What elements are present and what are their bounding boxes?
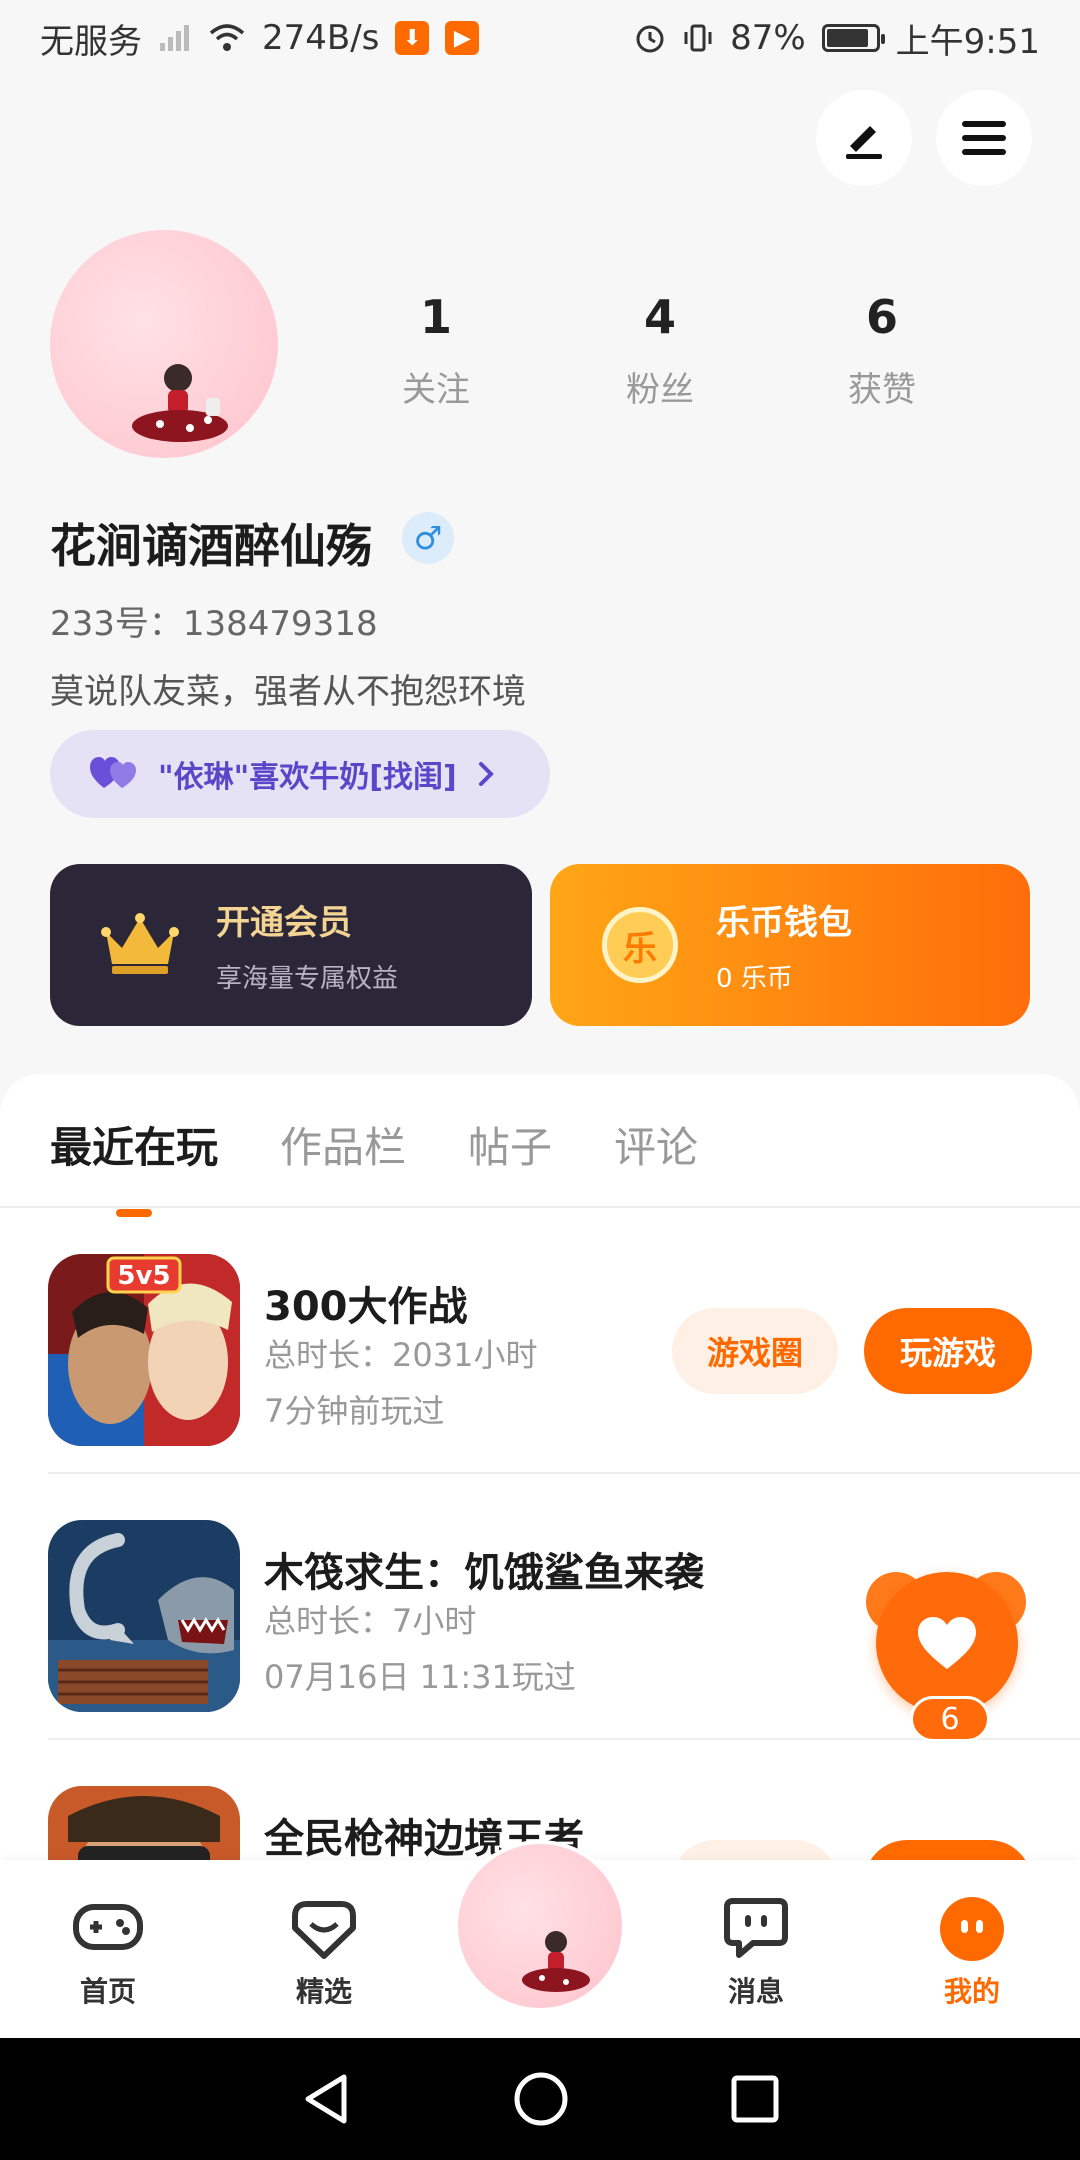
video-app-icon: ▶ xyxy=(445,21,480,55)
stat-number: 6 xyxy=(865,290,898,344)
profile-avatar[interactable] xyxy=(50,230,278,458)
system-nav-bar xyxy=(0,2038,1080,2160)
stat-likes[interactable]: 6 获赞 xyxy=(802,290,962,411)
gamepad-icon xyxy=(70,1894,146,1964)
battery-level xyxy=(826,29,868,47)
coin-glyph: 乐 xyxy=(602,907,678,983)
stat-number: 4 xyxy=(643,290,676,344)
nav-label: 精选 xyxy=(295,1975,352,2008)
wallet-balance: 0 乐币 xyxy=(716,964,793,994)
crown-icon xyxy=(90,895,190,995)
face-icon xyxy=(934,1894,1010,1964)
battery-icon xyxy=(821,24,885,52)
alarm-icon xyxy=(636,25,664,53)
vip-title: 开通会员 xyxy=(216,903,352,943)
battery-percent: 87% xyxy=(730,18,806,58)
game-row[interactable]: 5v5 300大作战 总时长：2031小时 7分钟前玩过 游戏圈 玩游戏 xyxy=(0,1208,1080,1474)
play-game-button[interactable]: 玩游戏 xyxy=(864,1308,1032,1394)
menu-button[interactable] xyxy=(936,90,1032,186)
nav-label: 首页 xyxy=(79,1975,136,2008)
heart-icon xyxy=(918,1617,976,1669)
nav-label: 消息 xyxy=(727,1975,784,2008)
game-badge: 5v5 xyxy=(117,1261,170,1291)
recents-icon[interactable] xyxy=(730,2074,780,2124)
home-icon[interactable] xyxy=(513,2071,569,2127)
edit-profile-button[interactable] xyxy=(816,90,912,186)
tag-text: "依琳"喜欢牛奶[找闺] xyxy=(158,760,457,795)
status-left: 无服务 274B/s ⬇ ▶ xyxy=(40,14,480,63)
tab-recently-played[interactable]: 最近在玩 xyxy=(50,1114,218,1217)
relationship-tag-button[interactable]: "依琳"喜欢牛奶[找闺] xyxy=(50,730,550,818)
like-fab-button[interactable]: 6 xyxy=(866,1572,1026,1742)
like-count: 6 xyxy=(910,1696,990,1742)
stat-label: 粉丝 xyxy=(626,370,694,410)
menu-icon xyxy=(962,121,1006,155)
nav-label: 我的 xyxy=(943,1975,1000,2008)
male-gender-icon: ♂ xyxy=(402,512,454,564)
tab-comments[interactable]: 评论 xyxy=(614,1114,698,1175)
nav-featured[interactable]: 精选 xyxy=(254,1894,394,2010)
heart-box-icon xyxy=(286,1894,362,1964)
avatar-figure-icon xyxy=(522,1931,590,1992)
vip-subtitle: 享海量专属权益 xyxy=(216,964,399,994)
game-name: 300大作战 xyxy=(264,1284,468,1330)
double-heart-icon xyxy=(90,757,136,788)
status-right: 87% 上午9:51 xyxy=(634,14,1040,63)
nav-mine[interactable]: 我的 xyxy=(902,1894,1042,2010)
chevron-right-icon xyxy=(478,762,494,786)
clock-text: 上午9:51 xyxy=(895,21,1040,62)
game-circle-button[interactable]: 游戏圈 xyxy=(672,1308,838,1394)
game-last-played: 07月16日 11:31玩过 xyxy=(264,1658,576,1696)
stat-followers[interactable]: 4 粉丝 xyxy=(580,290,740,411)
chat-icon xyxy=(718,1894,794,1964)
tab-works[interactable]: 作品栏 xyxy=(280,1114,406,1175)
vibrate-icon xyxy=(684,24,712,52)
game-last-played: 7分钟前玩过 xyxy=(264,1392,445,1430)
avatar-figure-icon xyxy=(132,364,228,442)
like-circle xyxy=(876,1572,1018,1714)
status-bar: 无服务 274B/s ⬇ ▶ 87% 上午9:51 xyxy=(0,0,1080,76)
back-icon[interactable] xyxy=(300,2071,352,2127)
coin-icon: 乐 xyxy=(590,895,690,995)
game-name: 木筏求生：饥饿鲨鱼来袭 xyxy=(264,1550,704,1596)
user-id: 233号：138479318 xyxy=(50,604,378,644)
pen-icon xyxy=(846,126,882,159)
game-duration: 总时长：2031小时 xyxy=(264,1336,538,1374)
carrier-text: 无服务 xyxy=(40,21,142,62)
profile-page: 无服务 274B/s ⬇ ▶ 87% 上午9:51 1 关注 4 粉丝 6 获赞… xyxy=(0,0,1080,2160)
tab-posts[interactable]: 帖子 xyxy=(468,1114,552,1175)
stat-label: 获赞 xyxy=(848,370,916,410)
stat-following[interactable]: 1 关注 xyxy=(356,290,516,411)
content-tabs: 最近在玩 作品栏 帖子 评论 xyxy=(50,1114,698,1217)
bottom-nav: 首页 精选 消息 我的 xyxy=(0,1840,1080,2038)
stat-label: 关注 xyxy=(402,370,470,410)
vip-card[interactable]: 开通会员 享海量专属权益 xyxy=(50,864,532,1026)
download-icon: ⬇ xyxy=(395,21,430,55)
wifi-icon xyxy=(209,24,245,51)
nav-messages[interactable]: 消息 xyxy=(686,1894,826,2010)
game-duration: 总时长：7小时 xyxy=(264,1602,477,1640)
game-raft-icon xyxy=(48,1520,240,1712)
game-300-icon: 5v5 xyxy=(48,1254,240,1446)
signal-icon xyxy=(160,25,189,51)
wallet-title: 乐币钱包 xyxy=(716,903,852,943)
nickname: 花涧谪酒醉仙殇 xyxy=(50,519,372,573)
stat-number: 1 xyxy=(419,290,452,344)
center-avatar-button[interactable] xyxy=(454,1840,626,2012)
nav-home[interactable]: 首页 xyxy=(38,1894,178,2010)
network-speed: 274B/s xyxy=(262,18,380,58)
bio-text: 莫说队友菜，强者从不抱怨环境 xyxy=(50,672,526,712)
wallet-card[interactable]: 乐 乐币钱包 0 乐币 xyxy=(550,864,1030,1026)
